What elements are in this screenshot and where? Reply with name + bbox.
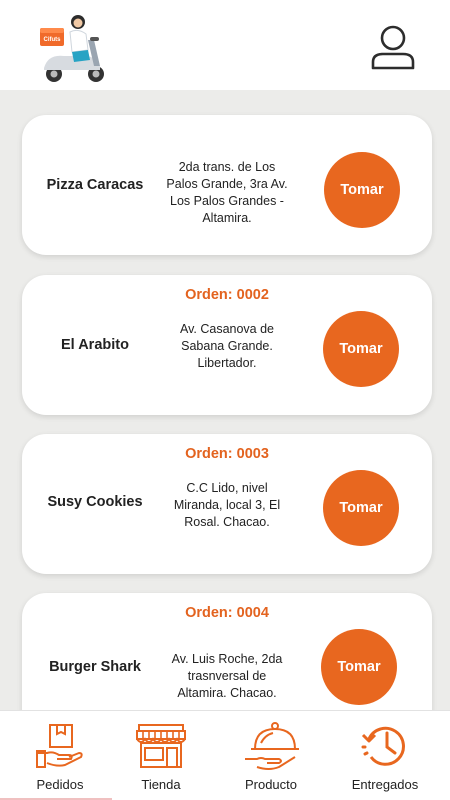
scooter-delivery-logo: Cifuts	[34, 10, 110, 84]
take-order-button[interactable]: Tomar	[321, 629, 397, 705]
app-header: Cifuts	[0, 0, 450, 90]
order-card: Pizza Caracas 2da trans. de Los Palos Gr…	[22, 115, 432, 255]
order-card: Orden: 0003 Susy Cookies C.C Lido, nivel…	[22, 434, 432, 574]
take-order-button[interactable]: Tomar	[323, 470, 399, 546]
logo-box-text: Cifuts	[44, 37, 62, 43]
box-hand-icon	[35, 721, 85, 774]
nav-item-tienda[interactable]: Tienda	[105, 711, 217, 800]
user-icon[interactable]	[368, 24, 418, 70]
store-address: Av. Luis Roche, 2da trasnversal de Altam…	[171, 652, 283, 700]
store-name: Burger Shark	[49, 659, 141, 675]
store-icon	[135, 721, 187, 774]
nav-label: Entregados	[351, 777, 419, 792]
nav-item-entregados[interactable]: Entregados	[329, 711, 441, 800]
order-card: Orden: 0004 Burger Shark Av. Luis Roche,…	[22, 593, 432, 710]
nav-label: Producto	[244, 777, 298, 792]
order-card: Orden: 0002 El Arabito Av. Casanova de S…	[22, 275, 432, 415]
nav-label: Pedidos	[36, 777, 84, 792]
history-clock-icon	[359, 721, 411, 774]
store-address: C.C Lido, nivel Miranda, local 3, El Ros…	[173, 481, 281, 529]
take-order-button[interactable]: Tomar	[324, 152, 400, 228]
nav-item-producto[interactable]: Producto	[215, 711, 327, 800]
nav-label: Tienda	[141, 777, 181, 792]
order-number: Orden: 0004	[185, 605, 269, 621]
order-number: Orden: 0003	[185, 446, 269, 462]
food-cloche-icon	[243, 721, 299, 776]
take-order-button[interactable]: Tomar	[323, 311, 399, 387]
order-number: Orden: 0002	[185, 287, 269, 303]
store-address: Av. Casanova de Sabana Grande. Libertado…	[179, 322, 275, 370]
store-name: Pizza Caracas	[46, 177, 144, 193]
store-name: Susy Cookies	[47, 494, 143, 510]
orders-list[interactable]: Pizza Caracas 2da trans. de Los Palos Gr…	[0, 90, 450, 710]
nav-item-pedidos[interactable]: Pedidos	[4, 711, 116, 800]
bottom-navigation: Pedidos Tienda Producto Entregados	[0, 710, 450, 800]
store-address: 2da trans. de Los Palos Grande, 3ra Av. …	[166, 160, 288, 225]
store-name: El Arabito	[61, 337, 129, 353]
